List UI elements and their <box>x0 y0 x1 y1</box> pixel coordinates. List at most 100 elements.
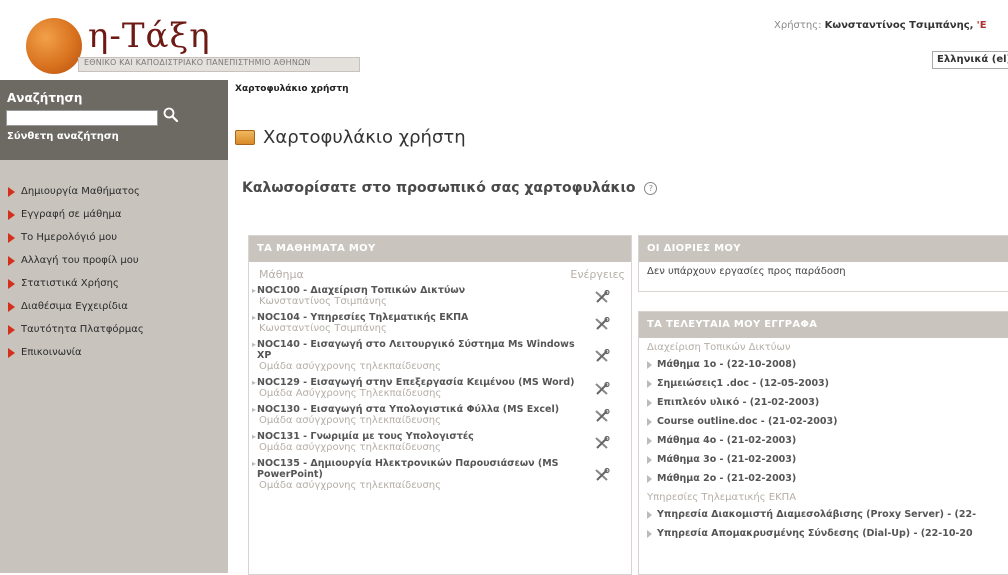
triangle-right-icon: ▸ <box>252 286 257 295</box>
document-item[interactable]: Μάθημα 1ο - (22-10-2008) <box>639 355 1008 374</box>
sidebar-menu-item[interactable]: Στατιστικά Χρήσης <box>0 272 228 295</box>
triangle-right-icon <box>647 529 652 538</box>
course-title[interactable]: ▸ NOC131 - Γνωριμία με τους Υπολογιστές <box>252 431 579 442</box>
triangle-right-icon <box>647 360 652 369</box>
course-info: ▸ NOC140 - Εισαγωγή στο Λειτουργικό Σύστη… <box>252 339 579 373</box>
triangle-right-icon <box>647 398 652 407</box>
user-info: Χρήστης: Κωνσταντίνος Τσιμπάνης, 'Ε <box>774 20 987 31</box>
sidebar-menu-item[interactable]: Επικοινωνία <box>0 341 228 364</box>
language-select[interactable]: Ελληνικά (el) <box>932 51 1008 69</box>
sidebar-menu-item[interactable]: Ταυτότητα Πλατφόρμας <box>0 318 228 341</box>
user-name: Κωνσταντίνος Τσιμπάνης, <box>824 20 974 31</box>
course-title[interactable]: ▸ NOC129 - Εισαγωγή στην Επεξεργασία Κειμ… <box>252 377 579 388</box>
folder-icon <box>235 130 255 145</box>
course-title[interactable]: ▸ NOC130 - Εισαγωγή στα Υπολογιστικά Φύλλ… <box>252 404 579 415</box>
arrow-right-icon <box>8 186 15 197</box>
course-row: ▸ NOC104 - Υπηρεσίες Τηλεματικής ΕΚΠΑ Κωνσ… <box>249 311 631 338</box>
document-item-text: Σημειώσεις1 .doc - (12-05-2003) <box>657 378 830 389</box>
logo-text: η-Τάξη <box>88 16 211 56</box>
tools-icon[interactable] <box>594 289 610 304</box>
sidebar-menu-item[interactable]: Δημιουργία Μαθήματος <box>0 180 228 203</box>
course-instructor: Ομάδα ασύγχρονης τηλεκπαίδευσης <box>259 361 441 372</box>
course-actions <box>579 458 625 492</box>
triangle-right-icon <box>647 474 652 483</box>
document-item-text: Μάθημα 1ο - (22-10-2008) <box>657 359 797 370</box>
document-item[interactable]: Υπηρεσία Διακομιστή Διαμεσολάβισης (Prox… <box>639 505 1008 524</box>
sidebar-menu-item[interactable]: Αλλαγή του προφίλ μου <box>0 249 228 272</box>
document-item[interactable]: Υπηρεσία Απομακρυσμένης Σύνδεσης (Dial-U… <box>639 524 1008 543</box>
tools-icon[interactable] <box>594 435 610 450</box>
course-instructor: Ομάδα ασύγχρονης τηλεκπαίδευσης <box>259 415 441 426</box>
document-item-text: Μάθημα 3ο - (21-02-2003) <box>657 454 797 465</box>
arrow-right-icon <box>8 301 15 312</box>
document-item[interactable]: Επιπλεόν υλικό - (21-02-2003) <box>639 393 1008 412</box>
course-title[interactable]: ▸ NOC140 - Εισαγωγή στο Λειτουργικό Σύστη… <box>252 339 579 361</box>
document-item[interactable]: Μάθημα 2ο - (21-02-2003) <box>639 469 1008 488</box>
document-group-title[interactable]: Υπηρεσίες Τηλεματικής ΕΚΠΑ <box>639 488 1008 505</box>
course-title-text: NOC140 - Εισαγωγή στο Λειτουργικό Σύστημ… <box>257 339 575 361</box>
course-instructor: Κωνσταντίνος Τσιμπάνης <box>259 296 387 307</box>
course-title-text: NOC129 - Εισαγωγή στην Επεξεργασία Κειμέ… <box>257 377 575 388</box>
column-course: Μάθημα <box>259 267 304 281</box>
course-instructor: Ομάδα ασύγχρονης τηλεκπαίδευσης <box>259 442 441 453</box>
course-row: ▸ NOC135 - Δημιουργία Ηλεκτρονικών Παρουσ… <box>249 457 631 495</box>
document-item[interactable]: Course outline.doc - (21-02-2003) <box>639 412 1008 431</box>
document-item-text: Μάθημα 4ο - (21-02-2003) <box>657 435 797 446</box>
arrow-right-icon <box>8 255 15 266</box>
sidebar-menu-item[interactable]: Εγγραφή σε μάθημα <box>0 203 228 226</box>
course-info: ▸ NOC129 - Εισαγωγή στην Επεξεργασία Κειμ… <box>252 377 579 400</box>
sidebar-menu-item[interactable]: Το Ημερολόγιό μου <box>0 226 228 249</box>
document-item-text: Course outline.doc - (21-02-2003) <box>657 416 838 427</box>
triangle-right-icon: ▸ <box>252 459 257 468</box>
course-instructor: Ομάδα ασύγχρονης τηλεκπαίδευσης <box>259 480 441 491</box>
advanced-search-link[interactable]: Σύνθετη αναζήτηση <box>7 131 119 142</box>
search-icon[interactable] <box>162 106 180 124</box>
recent-documents-panel: ΤΑ ΤΕΛΕΥΤΑΙΑ ΜΟΥ ΕΓΓΡΑΦΑ Διαχείριση Τοπι… <box>638 311 1008 575</box>
triangle-right-icon: ▸ <box>252 313 257 322</box>
course-title-text: NOC131 - Γνωριμία με τους Υπολογιστές <box>257 431 474 442</box>
arrow-right-icon <box>8 347 15 358</box>
document-item[interactable]: Σημειώσεις1 .doc - (12-05-2003) <box>639 374 1008 393</box>
sidebar-menu-item[interactable]: Διαθέσιμα Εγχειρίδια <box>0 295 228 318</box>
tools-icon[interactable] <box>594 316 610 331</box>
course-title-text: NOC130 - Εισαγωγή στα Υπολογιστικά Φύλλα… <box>257 404 560 415</box>
triangle-right-icon <box>647 379 652 388</box>
sidebar-menu-label: Ταυτότητα Πλατφόρμας <box>21 324 144 335</box>
recent-documents-header: ΤΑ ΤΕΛΕΥΤΑΙΑ ΜΟΥ ΕΓΓΡΑΦΑ <box>639 312 1008 338</box>
course-info: ▸ NOC131 - Γνωριμία με τους Υπολογιστές Ομ… <box>252 431 579 454</box>
sidebar-menu-label: Το Ημερολόγιό μου <box>21 232 118 243</box>
welcome-text: Καλωσορίσατε στο προσωπικό σας χαρτοφυλά… <box>242 180 636 196</box>
breadcrumb: Χαρτοφυλάκιο χρήστη <box>235 84 349 94</box>
document-group-title[interactable]: Διαχείριση Τοπικών Δικτύων <box>639 338 1008 355</box>
course-title[interactable]: ▸ NOC100 - Διαχείριση Τοπικών Δικτύων <box>252 285 579 296</box>
course-info: ▸ NOC104 - Υπηρεσίες Τηλεματικής ΕΚΠΑ Κωνσ… <box>252 312 579 335</box>
document-item[interactable]: Μάθημα 3ο - (21-02-2003) <box>639 450 1008 469</box>
tools-icon[interactable] <box>594 408 610 423</box>
course-title[interactable]: ▸ NOC135 - Δημιουργία Ηλεκτρονικών Παρουσ… <box>252 458 579 480</box>
document-item[interactable]: Μάθημα 4ο - (21-02-2003) <box>639 431 1008 450</box>
arrow-right-icon <box>8 209 15 220</box>
user-label: Χρήστης: <box>774 20 822 31</box>
course-actions <box>579 312 625 335</box>
course-title-text: NOC104 - Υπηρεσίες Τηλεματικής ΕΚΠΑ <box>257 312 469 323</box>
tools-icon[interactable] <box>594 381 610 396</box>
triangle-right-icon: ▸ <box>252 340 257 349</box>
tools-icon[interactable] <box>594 349 610 363</box>
help-icon[interactable]: ? <box>644 181 658 195</box>
search-input[interactable] <box>6 110 158 126</box>
triangle-right-icon <box>647 510 652 519</box>
sidebar-menu-label: Δημιουργία Μαθήματος <box>21 186 140 197</box>
tools-icon[interactable] <box>594 468 610 482</box>
deadlines-empty-text: Δεν υπάρχουν εργασίες προς παράδοση <box>647 266 846 277</box>
course-title[interactable]: ▸ NOC104 - Υπηρεσίες Τηλεματικής ΕΚΠΑ <box>252 312 579 323</box>
document-item-text: Επιπλεόν υλικό - (21-02-2003) <box>657 397 820 408</box>
search-panel: Αναζήτηση Σύνθετη αναζήτηση <box>0 80 228 160</box>
user-extra: 'Ε <box>976 20 987 31</box>
triangle-right-icon <box>647 417 652 426</box>
my-courses-panel: ΤΑ ΜΑΘΗΜΑΤΑ ΜΟΥ Μάθημα Ενέργειες ▸ NOC100… <box>248 235 632 575</box>
courses-column-headers: Μάθημα Ενέργειες <box>249 262 631 284</box>
logo-emblem <box>26 18 82 74</box>
header: η-Τάξη ΕΘΝΙΚΟ ΚΑΙ ΚΑΠΟΔΙΣΤΡΙΑΚΟ ΠΑΝΕΠΙΣΤ… <box>0 0 1008 80</box>
sidebar-menu-label: Αλλαγή του προφίλ μου <box>21 255 139 266</box>
arrow-right-icon <box>8 232 15 243</box>
